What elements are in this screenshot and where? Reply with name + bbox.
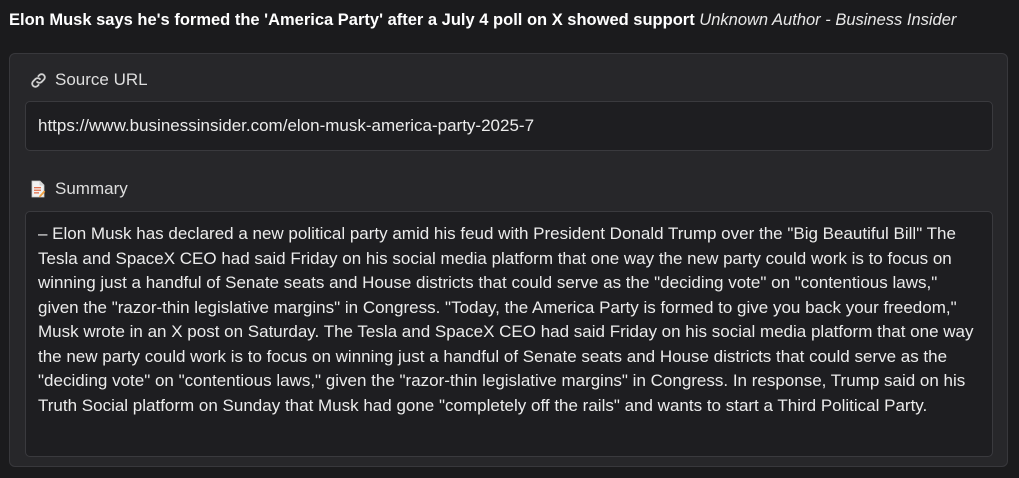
summary-text-field[interactable]: – Elon Musk has declared a new political… bbox=[25, 211, 993, 457]
link-icon bbox=[29, 71, 47, 89]
source-url-heading: Source URL bbox=[29, 69, 148, 91]
summary-label: Summary bbox=[55, 179, 128, 198]
article-headline: Elon Musk says he's formed the 'America … bbox=[9, 11, 695, 29]
article-byline: Unknown Author - Business Insider bbox=[699, 11, 957, 29]
document-icon bbox=[29, 180, 47, 198]
summary-heading: Summary bbox=[29, 178, 128, 200]
article-details-panel: Source URL https://www.businessinsider.c… bbox=[9, 53, 1008, 467]
article-title-bar: Elon Musk says he's formed the 'America … bbox=[9, 9, 1014, 31]
source-url-label: Source URL bbox=[55, 70, 148, 89]
source-url-field[interactable]: https://www.businessinsider.com/elon-mus… bbox=[25, 101, 993, 151]
